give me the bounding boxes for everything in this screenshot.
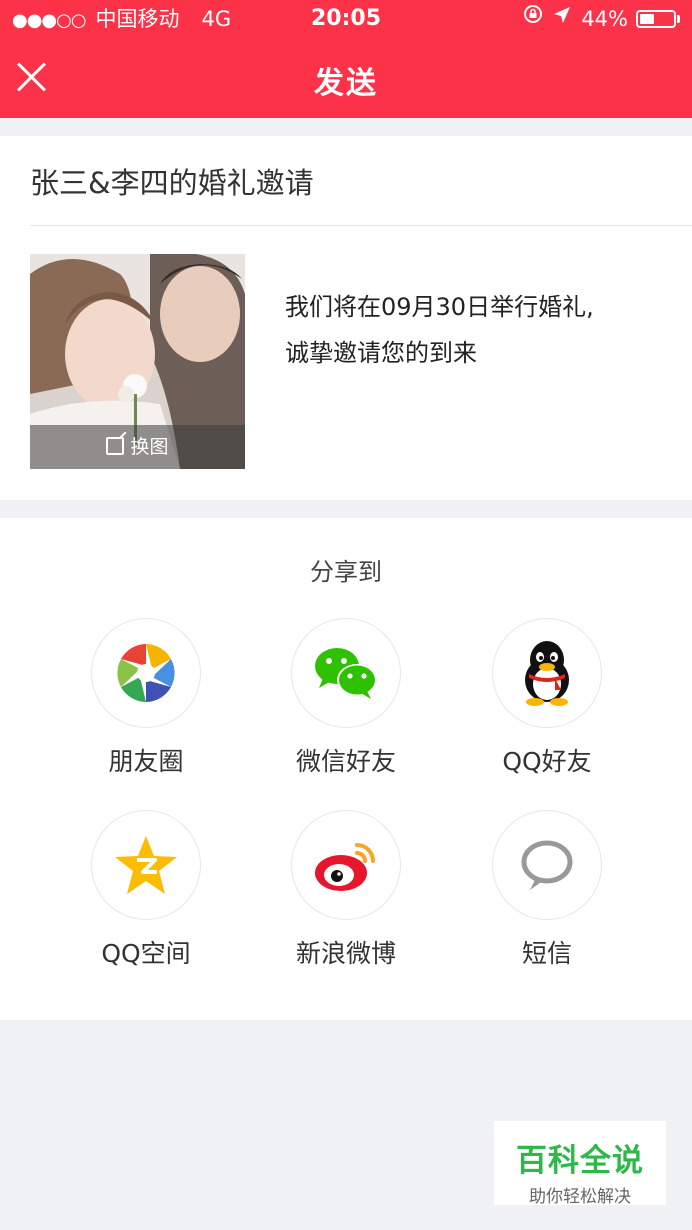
share-qq[interactable]: QQ好友 [447, 618, 647, 788]
qq-icon [492, 618, 602, 728]
share-title: 分享到 [310, 558, 382, 586]
description-line-1: 我们将在09月30日举行婚礼, [285, 293, 594, 321]
share-wechat[interactable]: 微信好友 [246, 618, 446, 788]
sms-icon [492, 810, 602, 920]
status-right: 44% [523, 0, 680, 38]
share-weibo[interactable]: 新浪微博 [246, 810, 446, 980]
status-bar: ●●●○○ 中国移动 4G 20:05 44% [0, 0, 692, 38]
divider [30, 225, 692, 226]
share-sms[interactable]: 短信 [447, 810, 647, 980]
rotation-lock-icon [523, 0, 543, 38]
share-label-wechat: 微信好友 [295, 747, 396, 776]
invitation-card: 张三&李四的婚礼邀请 换图 我们将在09月30日举行婚礼, 诚挚邀请您的到来 [0, 136, 692, 500]
share-moments[interactable]: 朋友圈 [46, 618, 246, 788]
wechat-icon [291, 618, 401, 728]
share-label-qzone: QQ空间 [101, 939, 191, 968]
moments-icon [91, 618, 201, 728]
battery-percent: 44% [581, 7, 628, 31]
description-line-2: 诚挚邀请您的到来 [285, 339, 477, 367]
share-label-moments: 朋友圈 [108, 747, 184, 776]
share-label-qq: QQ好友 [502, 747, 592, 776]
share-qzone[interactable]: QQ空间 [46, 810, 246, 980]
change-image-button[interactable]: 换图 [30, 425, 245, 469]
invitation-title: 张三&李四的婚礼邀请 [30, 166, 314, 200]
watermark-sub-text: 助你轻松解决 [529, 1187, 631, 1207]
battery-tip [677, 15, 680, 23]
battery-level-fill [640, 14, 654, 24]
share-label-weibo: 新浪微博 [295, 939, 396, 968]
weibo-icon [291, 810, 401, 920]
share-panel: 分享到 朋友圈 微信好友 QQ好友 QQ空间 新浪微博 短信 [0, 518, 692, 1020]
change-image-label: 换图 [130, 436, 169, 458]
watermark-logo: 百科全说 助你轻松解决 [494, 1121, 666, 1207]
header-bar: ●●●○○ 中国移动 4G 20:05 44% 发送 [0, 0, 692, 118]
share-label-sms: 短信 [521, 939, 572, 968]
invitation-description: 我们将在09月30日举行婚礼, 诚挚邀请您的到来 [285, 284, 665, 376]
qzone-icon [91, 810, 201, 920]
watermark-main-text: 百科全说 [516, 1143, 644, 1179]
edit-icon [106, 437, 125, 455]
page-title: 发送 [314, 66, 378, 101]
location-arrow-icon [553, 0, 571, 38]
invitation-photo[interactable]: 换图 [30, 254, 245, 469]
battery-icon [636, 10, 676, 28]
